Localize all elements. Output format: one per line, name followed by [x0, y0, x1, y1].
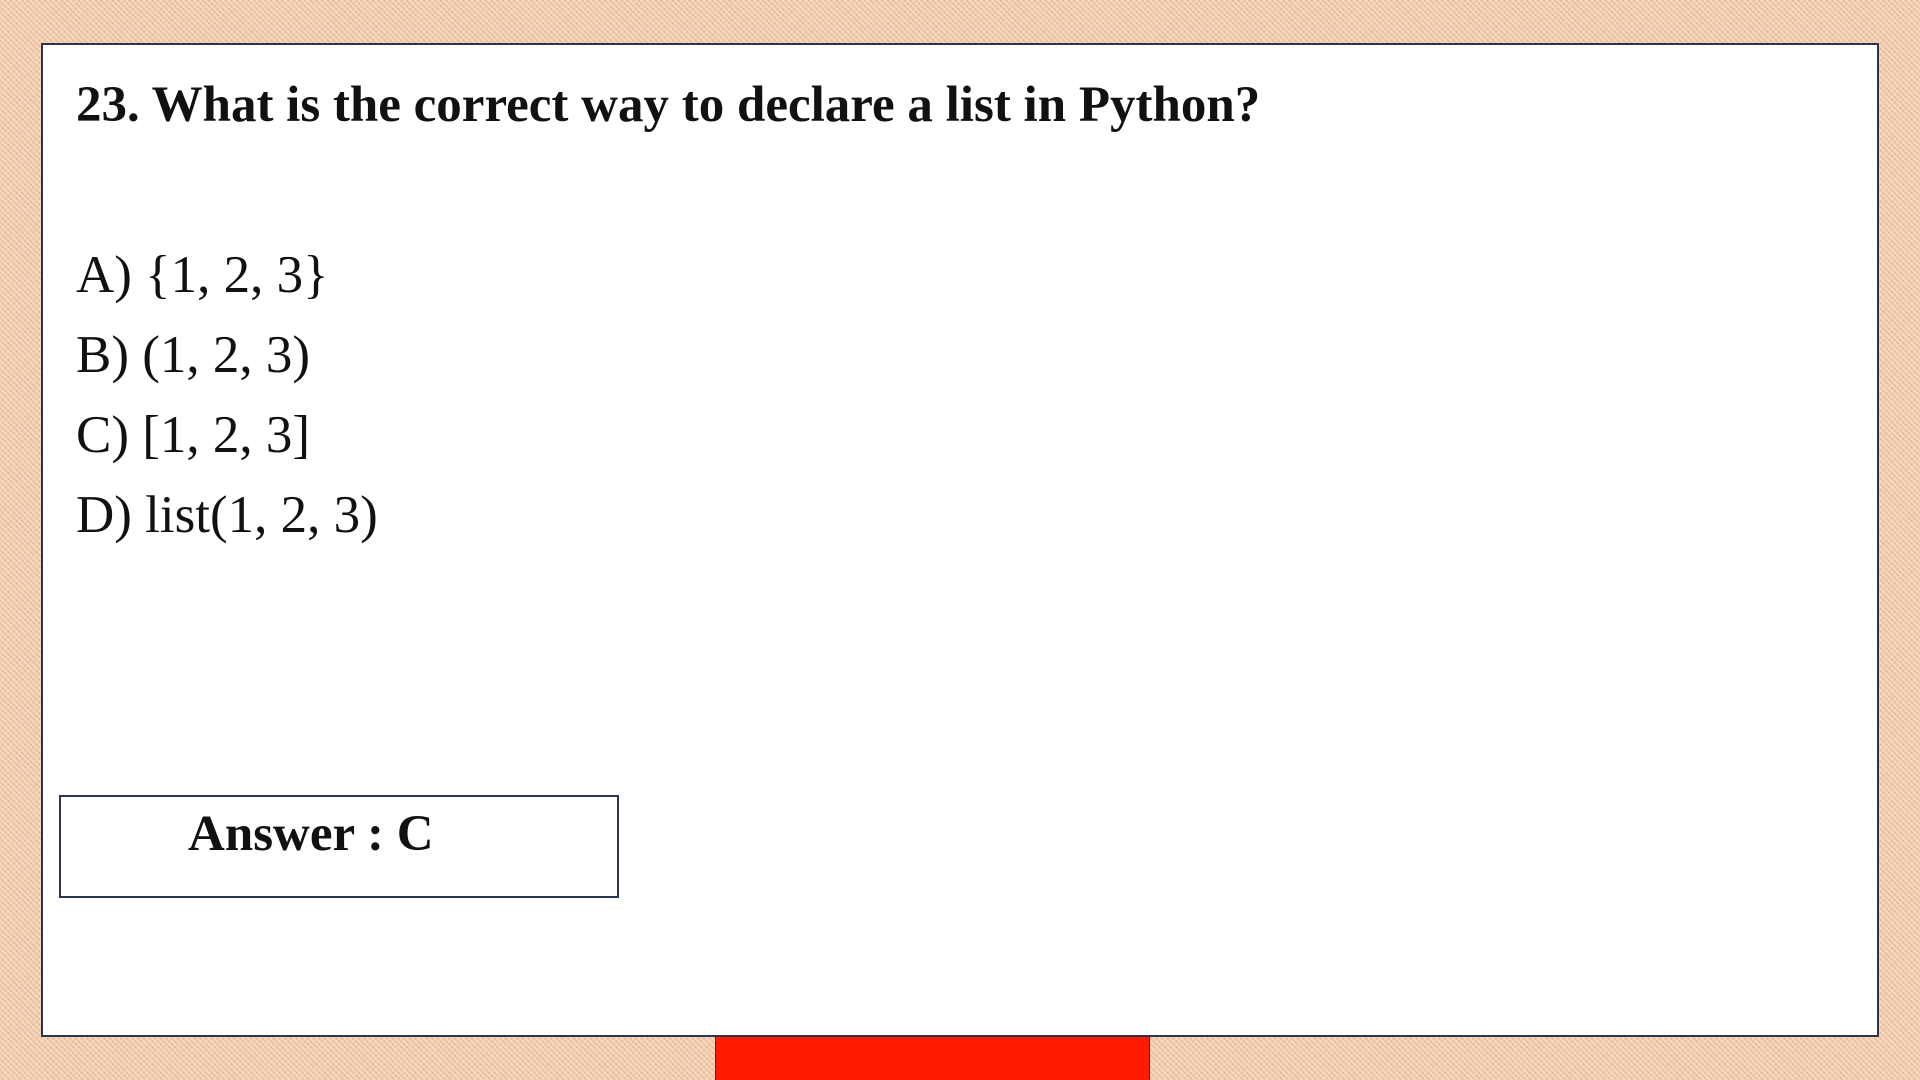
option-a: A) {1, 2, 3} [76, 246, 329, 304]
question-card: 23. What is the correct way to declare a… [41, 43, 1879, 1037]
option-c: C) [1, 2, 3] [76, 406, 311, 464]
option-b: B) (1, 2, 3) [76, 326, 311, 384]
question-title: 23. What is the correct way to declare a… [76, 77, 1261, 133]
answer-box: Answer : C [59, 795, 619, 898]
answer-text: Answer : C [188, 806, 434, 862]
option-d: D) list(1, 2, 3) [76, 486, 378, 544]
options-list: A) {1, 2, 3} B) (1, 2, 3) C) [1, 2, 3] D… [76, 235, 378, 555]
red-accent-tab [715, 1037, 1150, 1080]
